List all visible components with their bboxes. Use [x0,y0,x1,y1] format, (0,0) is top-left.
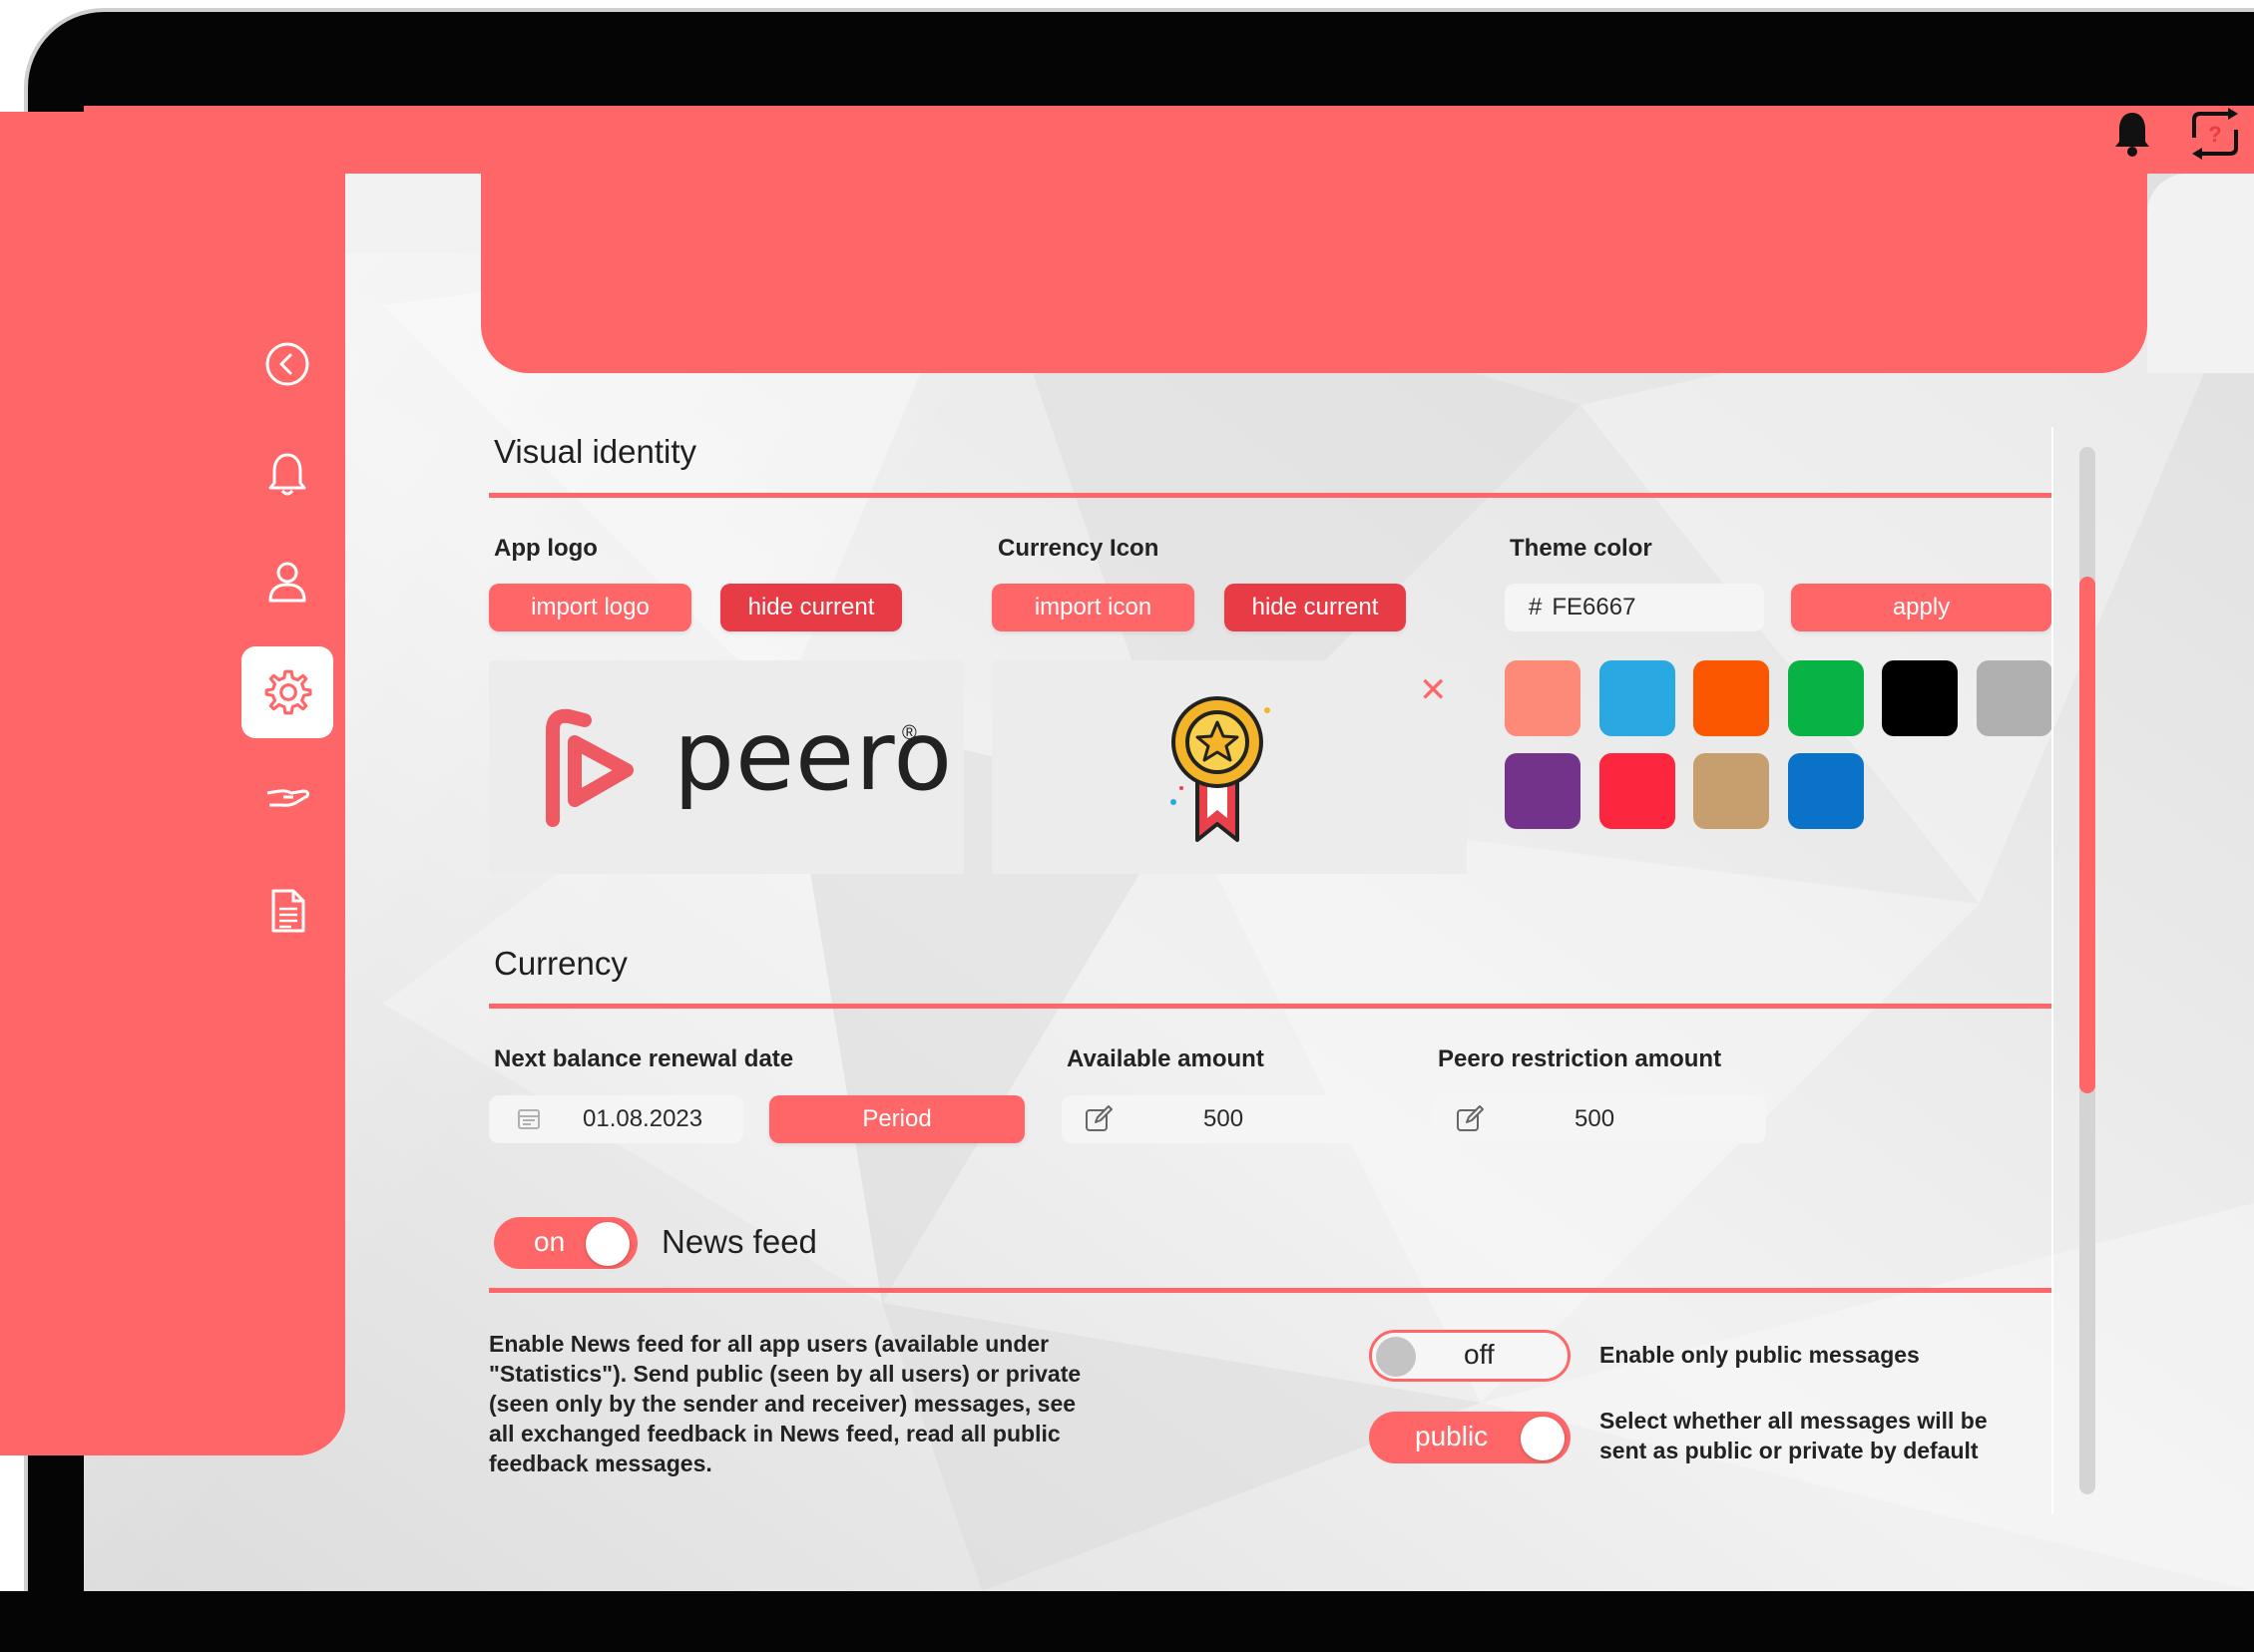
restriction-amount-field[interactable]: 500 [1433,1095,1766,1143]
import-logo-button[interactable]: import logo [489,584,691,631]
logo-wordmark: peero [674,700,954,812]
content-rail [2051,427,2053,1514]
public-only-toggle-label: off [1464,1339,1495,1370]
news-feed-toggle-label: on [534,1226,566,1257]
restriction-amount-label: Peero restriction amount [1438,1045,1722,1072]
registered-mark: ® [902,722,917,744]
hash-prefix: # [1529,594,1543,620]
color-swatch[interactable] [1976,660,2052,736]
renewal-date-label: Next balance renewal date [494,1045,794,1072]
hide-current-icon-button[interactable]: hide current [1224,584,1406,631]
toggle-knob [1376,1337,1416,1377]
news-feed-divider [489,1288,2051,1293]
apply-color-button[interactable]: apply [1791,584,2051,631]
color-swatch[interactable] [1882,660,1958,736]
peero-logo-mark [546,708,634,827]
period-button[interactable]: Period [769,1095,1025,1143]
news-feed-title: News feed [662,1223,817,1260]
toggle-knob [1521,1417,1565,1460]
theme-color-input[interactable]: # FE6667 [1505,584,1764,631]
restriction-amount-value: 500 [1575,1105,1615,1132]
edit-icon [1457,1105,1484,1131]
app-logo-label: App logo [494,535,598,562]
settings-nav-item[interactable] [241,646,333,738]
currency-title: Currency [494,945,628,982]
public-only-toggle[interactable]: off [1369,1330,1571,1382]
available-amount-label: Available amount [1067,1045,1264,1072]
back-icon[interactable] [259,336,315,392]
news-feed-toggle[interactable]: on [494,1217,638,1269]
news-feed-description: Enable News feed for all app users (avai… [489,1331,1082,1476]
visual-identity-title: Visual identity [494,433,697,470]
hide-current-logo-button[interactable]: hide current [720,584,902,631]
color-swatch[interactable] [1693,660,1769,736]
default-visibility-label: Select whether all messages will be sent… [1599,1408,1988,1463]
visual-identity-divider [489,493,2051,498]
notifications-icon[interactable] [259,446,315,502]
gear-icon [264,669,312,715]
public-only-label: Enable only public messages [1599,1342,1920,1368]
theme-color-label: Theme color [1510,535,1652,562]
toggle-knob [586,1222,630,1266]
currency-divider [489,1004,2051,1009]
help-swap-icon[interactable]: ? [2184,108,2246,160]
color-swatch[interactable] [1598,753,1675,829]
renewal-date-field[interactable]: 01.08.2023 [489,1095,743,1143]
color-swatch[interactable] [1505,660,1580,736]
bell-icon[interactable] [2112,110,2152,158]
top-band [84,106,2254,174]
color-swatch[interactable] [1505,753,1580,829]
available-amount-value: 500 [1203,1105,1244,1132]
edit-icon [1086,1105,1113,1131]
default-visibility-toggle-label: public [1415,1421,1489,1451]
import-icon-button[interactable]: import icon [992,584,1194,631]
medal-icon [1170,696,1270,842]
document-icon[interactable] [259,883,315,939]
color-swatch[interactable] [1693,753,1769,829]
header-corner-right [2147,174,2254,373]
available-amount-field[interactable]: 500 [1062,1095,1395,1143]
currency-icon-preview: ✕ [992,660,1467,874]
remove-icon-button[interactable]: ✕ [1419,670,1448,710]
hand-icon[interactable] [259,771,315,827]
header-bar [481,174,2147,373]
currency-icon-label: Currency Icon [998,535,1159,562]
renewal-date-value: 01.08.2023 [583,1105,703,1132]
app-logo-preview: peero ® [489,660,964,874]
svg-text:?: ? [2208,122,2221,147]
color-swatch[interactable] [1598,660,1675,736]
default-visibility-toggle[interactable]: public [1369,1412,1571,1463]
color-swatch[interactable] [1787,660,1864,736]
device-bottom-bezel [0,1591,2254,1652]
color-swatch[interactable] [1787,753,1864,829]
theme-color-value: FE6667 [1552,594,1636,620]
scrollbar-thumb[interactable] [2079,577,2095,1093]
calendar-icon [518,1109,540,1129]
user-icon[interactable] [259,554,315,610]
